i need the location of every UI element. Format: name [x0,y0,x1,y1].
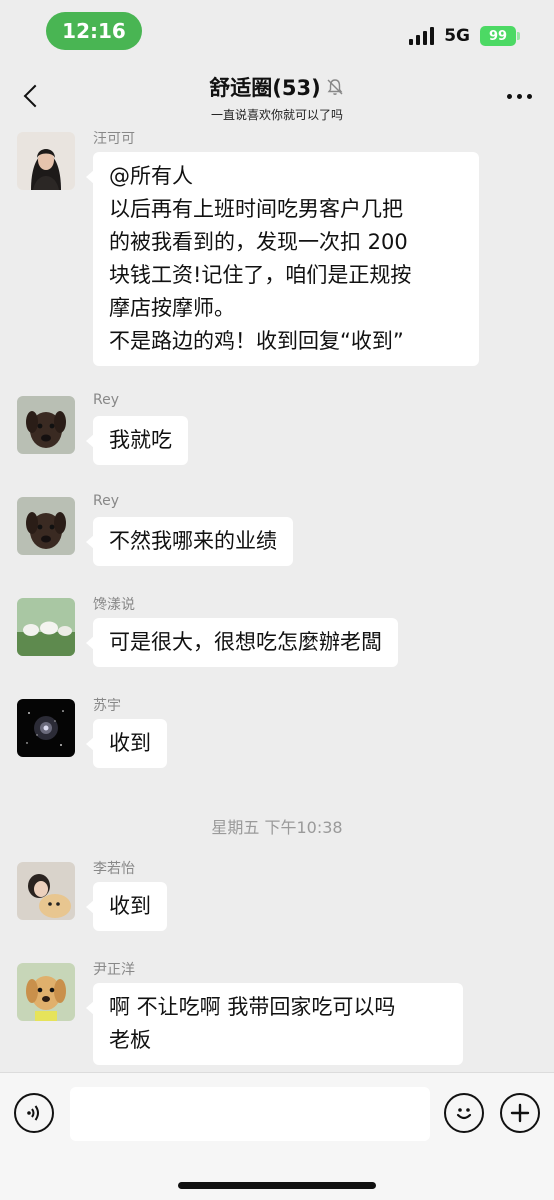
battery-level: 99 [488,28,508,44]
avatar-galaxy-icon [17,699,75,757]
status-bar: 12:16 5G 99 [0,0,554,64]
voice-icon [27,1105,39,1121]
message-bubble[interactable]: @所有人 以后再有上班时间吃男客户几把 的被我看到的，发现一次扣 200 块钱工… [86,152,479,366]
chat-subtitle: 一直说喜欢你就可以了吗 [210,108,343,122]
sender-name: 尹正洋 [93,962,135,978]
avatar[interactable] [17,132,75,190]
avatar-girl-with-dog-icon [17,862,75,920]
avatar[interactable] [17,396,75,454]
sender-name: 馋漾说 [93,597,135,613]
signal-icon [409,27,435,45]
message-bubble[interactable]: 收到 [86,882,167,931]
home-indicator[interactable] [178,1182,376,1189]
message-input[interactable] [70,1087,430,1141]
more-button[interactable] [507,86,532,106]
avatar[interactable] [17,598,75,656]
message-bubble[interactable]: 收到 [86,719,167,768]
sender-name: Rey [93,392,119,408]
message-list[interactable]: 汪可可 @所有人 以后再有上班时间吃男客户几把 的被我看到的，发现一次扣 200… [0,128,554,1072]
voice-button[interactable] [14,1093,54,1133]
avatar-dog-icon [17,396,75,454]
bell-off-icon [327,79,343,95]
message-bubble[interactable]: 不然我哪来的业绩 [86,517,293,566]
emoji-icon [456,1108,472,1120]
status-indicators: 5G 99 [409,24,520,48]
message-bubble[interactable]: 啊 不让吃啊 我带回家吃可以吗 老板 [86,983,463,1065]
sender-name: 李若怡 [93,861,135,877]
status-time: 12:16 [46,12,142,50]
avatar-dog-icon [17,497,75,555]
timestamp-separator: 星期五 下午10:38 [211,818,343,837]
chat-header: 舒适圈(53) 一直说喜欢你就可以了吗 [0,64,554,128]
more-dots-icon [507,93,512,99]
avatar[interactable] [17,862,75,920]
network-label: 5G [444,26,470,46]
plus-button[interactable] [500,1093,540,1133]
sender-name: Rey [93,493,119,509]
avatar[interactable] [17,497,75,555]
chat-title: 舒适圈(53) [209,76,321,100]
avatar-golden-puppy-icon [17,963,75,1021]
sender-name: 苏宇 [93,698,121,714]
avatar[interactable] [17,699,75,757]
plus-icon [510,1103,530,1123]
sender-name: 汪可可 [93,131,135,147]
message-bubble[interactable]: 我就吃 [86,416,188,465]
avatar-woman-icon [17,132,75,190]
chat-title-block: 舒适圈(53) 一直说喜欢你就可以了吗 [0,72,554,123]
avatar[interactable] [17,963,75,1021]
input-bar [0,1072,554,1200]
message-bubble[interactable]: 可是很大，很想吃怎麼辦老闆 [86,618,398,667]
avatar-landscape-icon [17,598,75,656]
emoji-button[interactable] [444,1093,484,1133]
battery-icon: 99 [480,26,520,46]
